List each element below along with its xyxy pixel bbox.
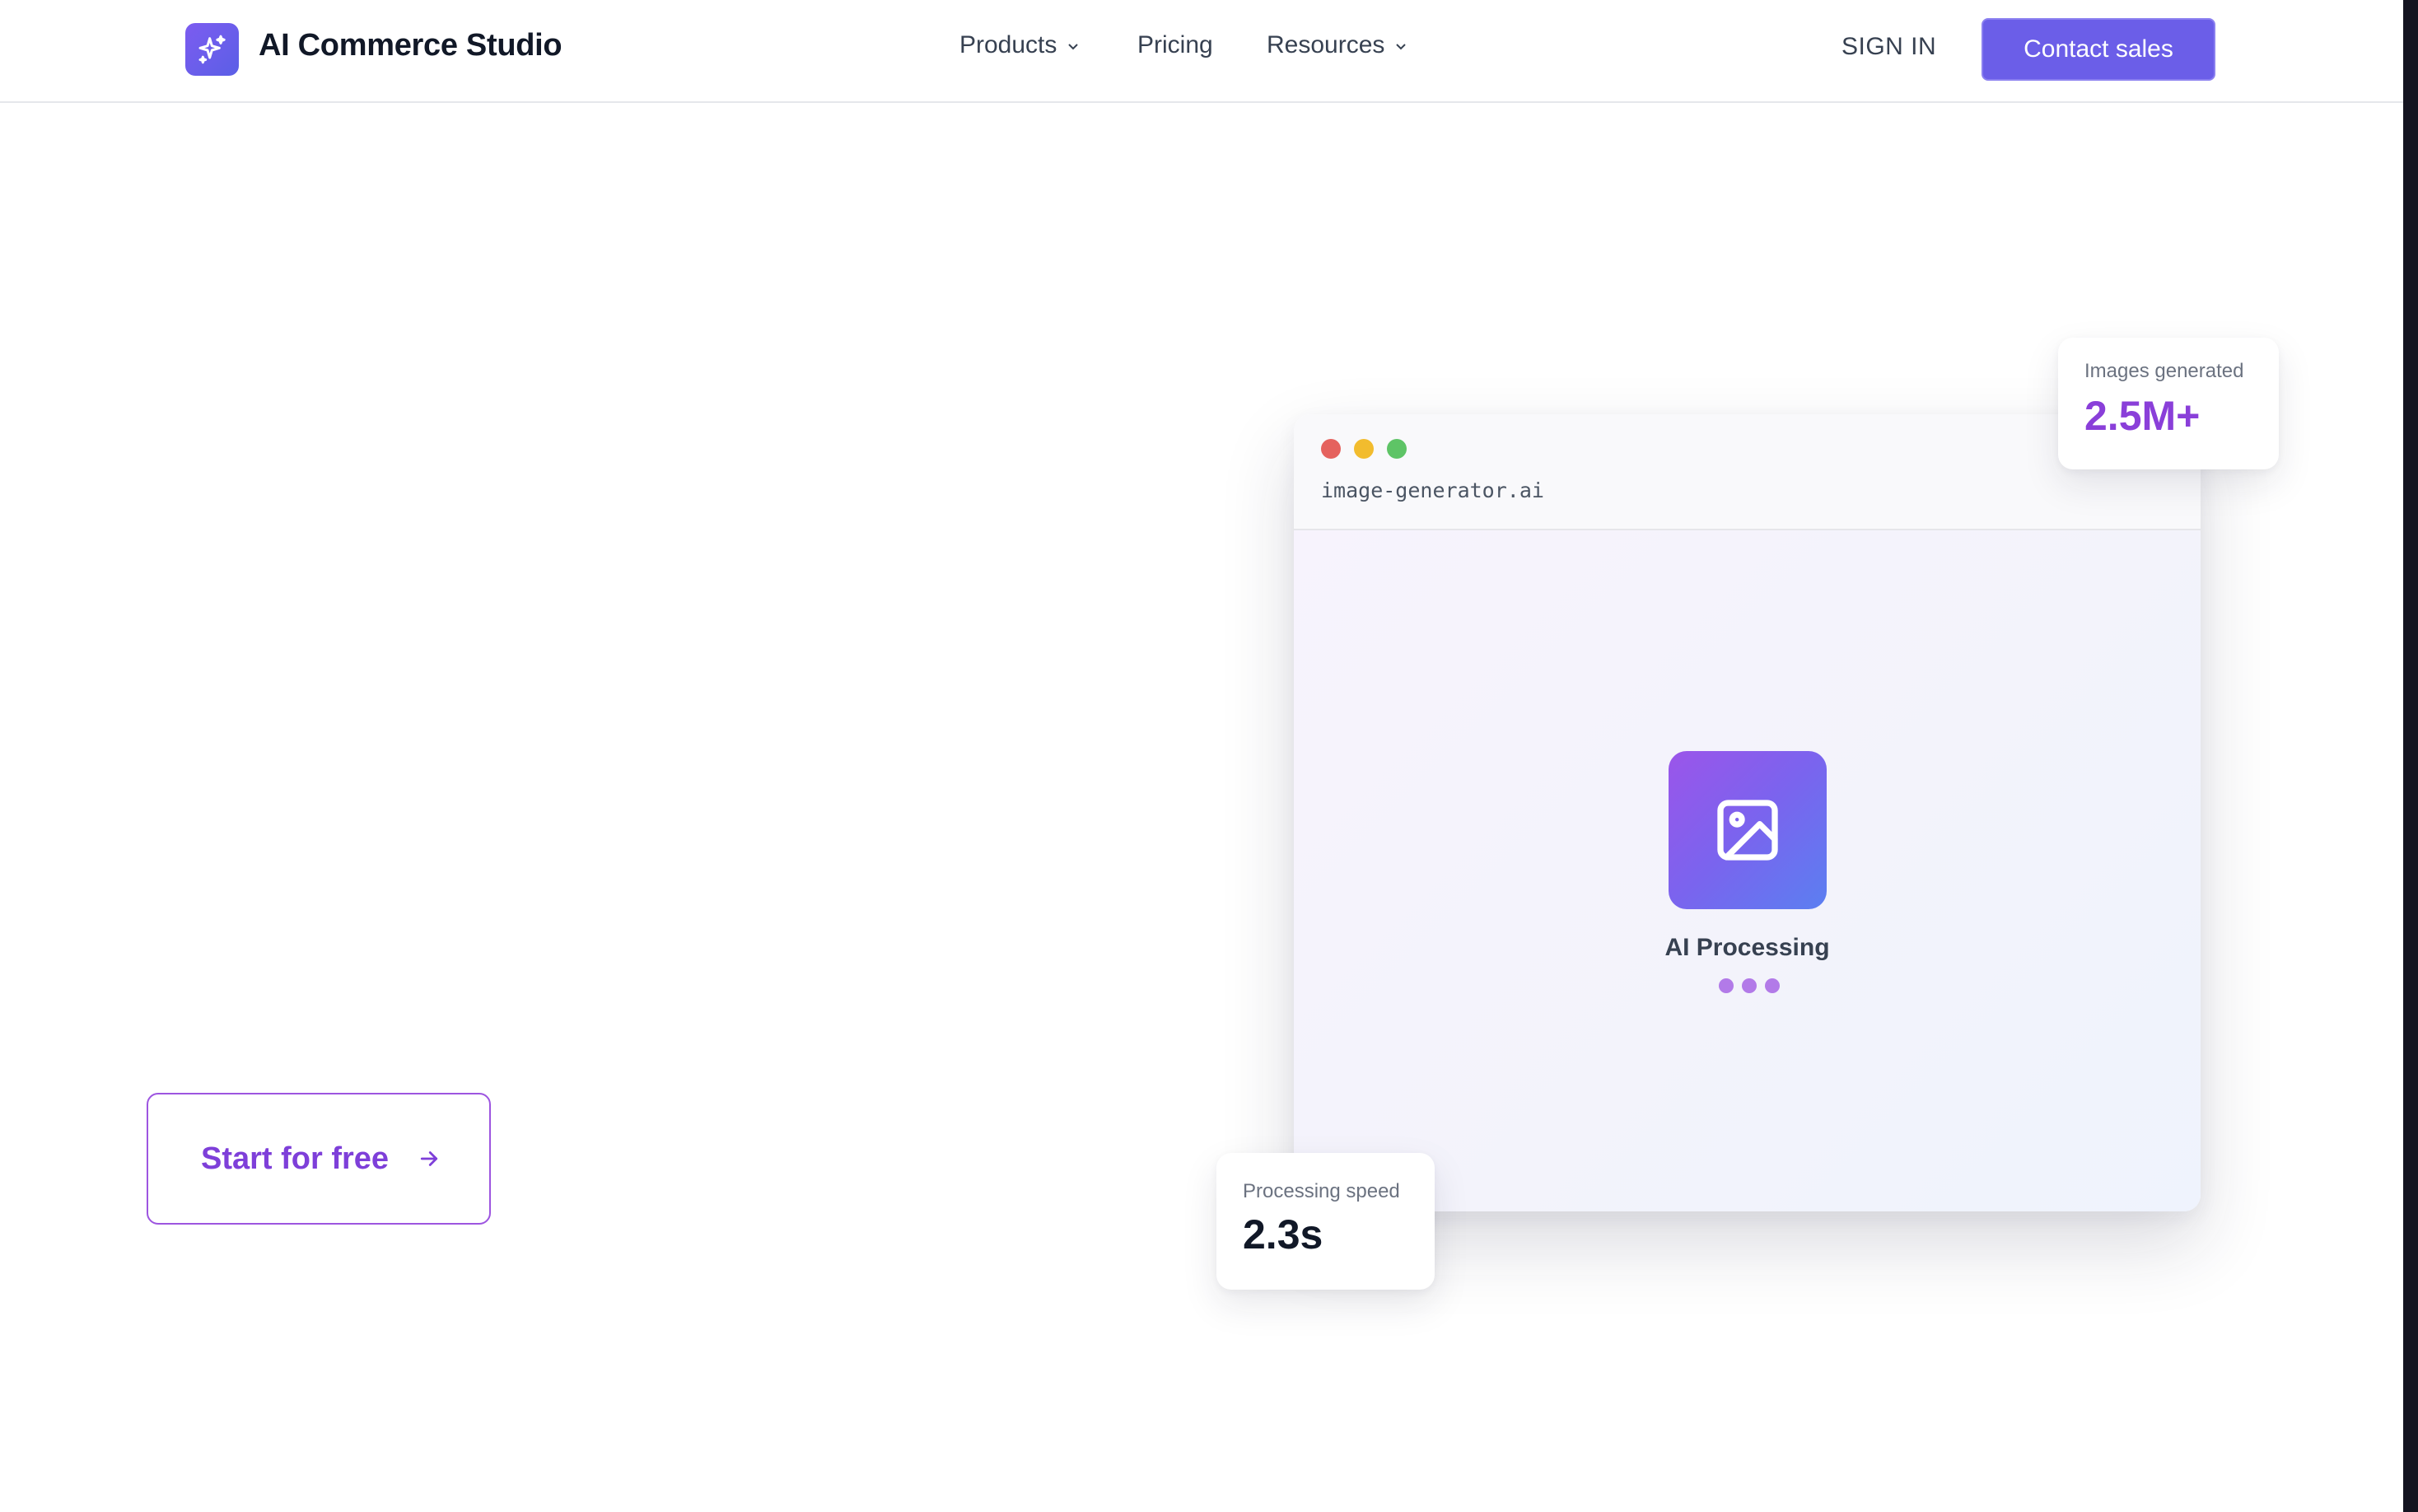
ai-image-tile (1669, 751, 1827, 909)
minimize-dot (1354, 439, 1374, 459)
maximize-dot (1387, 439, 1407, 459)
nav-products[interactable]: Products (959, 31, 1081, 59)
loading-dot (1719, 978, 1734, 993)
start-free-button[interactable]: Start for free (147, 1093, 491, 1225)
nav-pricing-label: Pricing (1137, 31, 1213, 58)
contact-sales-button[interactable]: Contact sales (1982, 18, 2215, 81)
arrow-right-icon (420, 1151, 438, 1166)
images-generated-label: Images generated (2084, 360, 2244, 382)
browser-content: AI Processing (1294, 530, 2201, 1211)
loading-dots (1719, 978, 1780, 993)
nav-resources[interactable]: Resources (1267, 31, 1409, 59)
nav-resources-label: Resources (1267, 31, 1385, 58)
nav-products-label: Products (959, 31, 1057, 58)
sign-in-link[interactable]: SIGN IN (1842, 33, 1936, 61)
logo[interactable] (185, 23, 239, 76)
browser-url: image-generator.ai (1321, 478, 1544, 502)
top-navigation: AI Commerce Studio Products Pricing Reso… (0, 0, 2403, 103)
loading-dot (1742, 978, 1757, 993)
chevron-down-icon (1068, 44, 1079, 50)
loading-dot (1765, 978, 1780, 993)
start-free-label: Start for free (201, 1141, 390, 1176)
processing-speed-card: Processing speed 2.3s (1216, 1153, 1435, 1290)
chevron-down-icon (1396, 44, 1407, 50)
images-generated-value: 2.5M+ (2084, 393, 2201, 439)
ai-processing-label: AI Processing (1664, 934, 1830, 961)
nav-pricing[interactable]: Pricing (1137, 31, 1213, 59)
processing-speed-value: 2.3s (1243, 1211, 1323, 1258)
close-dot (1321, 439, 1341, 459)
processing-speed-label: Processing speed (1243, 1180, 1400, 1202)
window-edge (2403, 0, 2418, 1512)
sparkles-icon (198, 35, 226, 64)
images-generated-card: Images generated 2.5M+ (2058, 338, 2279, 469)
browser-mockup: image-generator.ai AI Processing (1294, 414, 2201, 1211)
image-icon (1717, 800, 1778, 861)
brand-name[interactable]: AI Commerce Studio (259, 28, 562, 63)
